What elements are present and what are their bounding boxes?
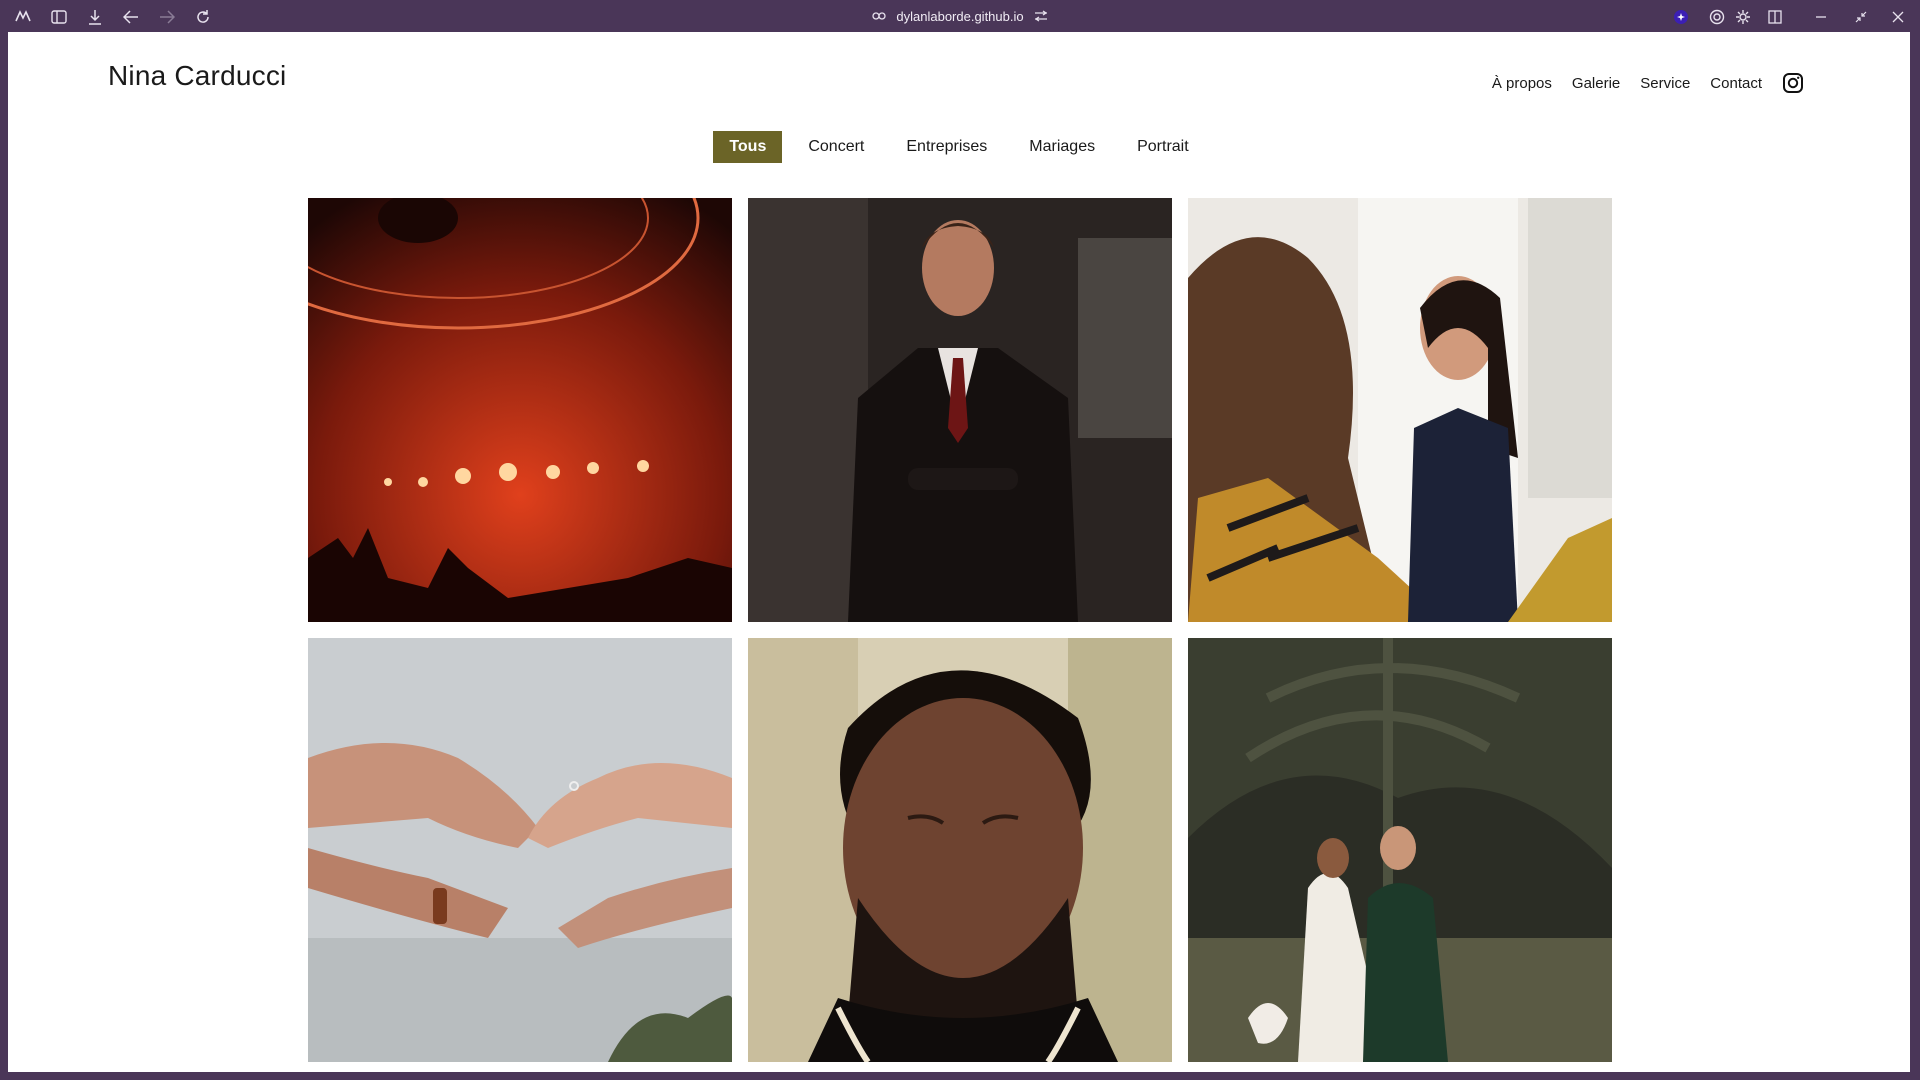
main-nav: À propos Galerie Service Contact bbox=[1492, 72, 1804, 94]
extension-icon[interactable] bbox=[1670, 6, 1692, 28]
hands-ring-photo bbox=[308, 638, 732, 1062]
filter-mariages[interactable]: Mariages bbox=[1013, 131, 1111, 163]
close-icon[interactable] bbox=[1887, 6, 1909, 28]
filter-entreprises[interactable]: Entreprises bbox=[890, 131, 1003, 163]
site-brand[interactable]: Nina Carducci bbox=[108, 60, 286, 92]
gallery-photo-concert[interactable] bbox=[308, 198, 732, 622]
nav-link-a-propos[interactable]: À propos bbox=[1492, 75, 1552, 92]
gallery-photo-hands[interactable] bbox=[308, 638, 732, 1062]
page-viewport: Nina Carducci À propos Galerie Service C… bbox=[8, 32, 1910, 1072]
photo-gallery bbox=[308, 198, 1614, 1062]
concert-stage-photo bbox=[308, 198, 732, 622]
gallery-filters: Tous Concert Entreprises Mariages Portra… bbox=[8, 131, 1910, 163]
businessman-portrait-photo bbox=[748, 198, 1172, 622]
gallery-photo-wedding[interactable] bbox=[1188, 638, 1612, 1062]
nav-link-contact[interactable]: Contact bbox=[1710, 75, 1762, 92]
nav-link-galerie[interactable]: Galerie bbox=[1572, 75, 1620, 92]
sidebar-toggle-icon[interactable] bbox=[48, 6, 70, 28]
target-icon[interactable] bbox=[1706, 6, 1728, 28]
back-icon[interactable] bbox=[120, 6, 142, 28]
gallery-photo-office[interactable] bbox=[1188, 198, 1612, 622]
gallery-photo-businessman[interactable] bbox=[748, 198, 1172, 622]
office-meeting-photo bbox=[1188, 198, 1612, 622]
address-bar[interactable]: dylanlaborde.github.io bbox=[860, 4, 1060, 28]
filter-concert[interactable]: Concert bbox=[792, 131, 880, 163]
instagram-icon[interactable] bbox=[1782, 72, 1804, 94]
settings-gear-icon[interactable] bbox=[1732, 6, 1754, 28]
filter-tous[interactable]: Tous bbox=[713, 131, 783, 163]
nav-link-service[interactable]: Service bbox=[1640, 75, 1690, 92]
url-text[interactable]: dylanlaborde.github.io bbox=[896, 9, 1023, 24]
reload-icon[interactable] bbox=[192, 6, 214, 28]
minimize-icon[interactable] bbox=[1810, 6, 1832, 28]
link-icon bbox=[872, 11, 887, 21]
gallery-photo-portrait[interactable] bbox=[748, 638, 1172, 1062]
browser-toolbar: dylanlaborde.github.io bbox=[0, 0, 1920, 32]
site-controls-icon[interactable] bbox=[1034, 10, 1048, 22]
split-view-icon[interactable] bbox=[1764, 6, 1786, 28]
filter-portrait[interactable]: Portrait bbox=[1121, 131, 1205, 163]
man-portrait-photo bbox=[748, 638, 1172, 1062]
wedding-couple-photo bbox=[1188, 638, 1612, 1062]
restore-icon[interactable] bbox=[1850, 6, 1872, 28]
browser-logo-icon[interactable] bbox=[12, 6, 34, 28]
download-icon[interactable] bbox=[84, 6, 106, 28]
forward-icon[interactable] bbox=[156, 6, 178, 28]
